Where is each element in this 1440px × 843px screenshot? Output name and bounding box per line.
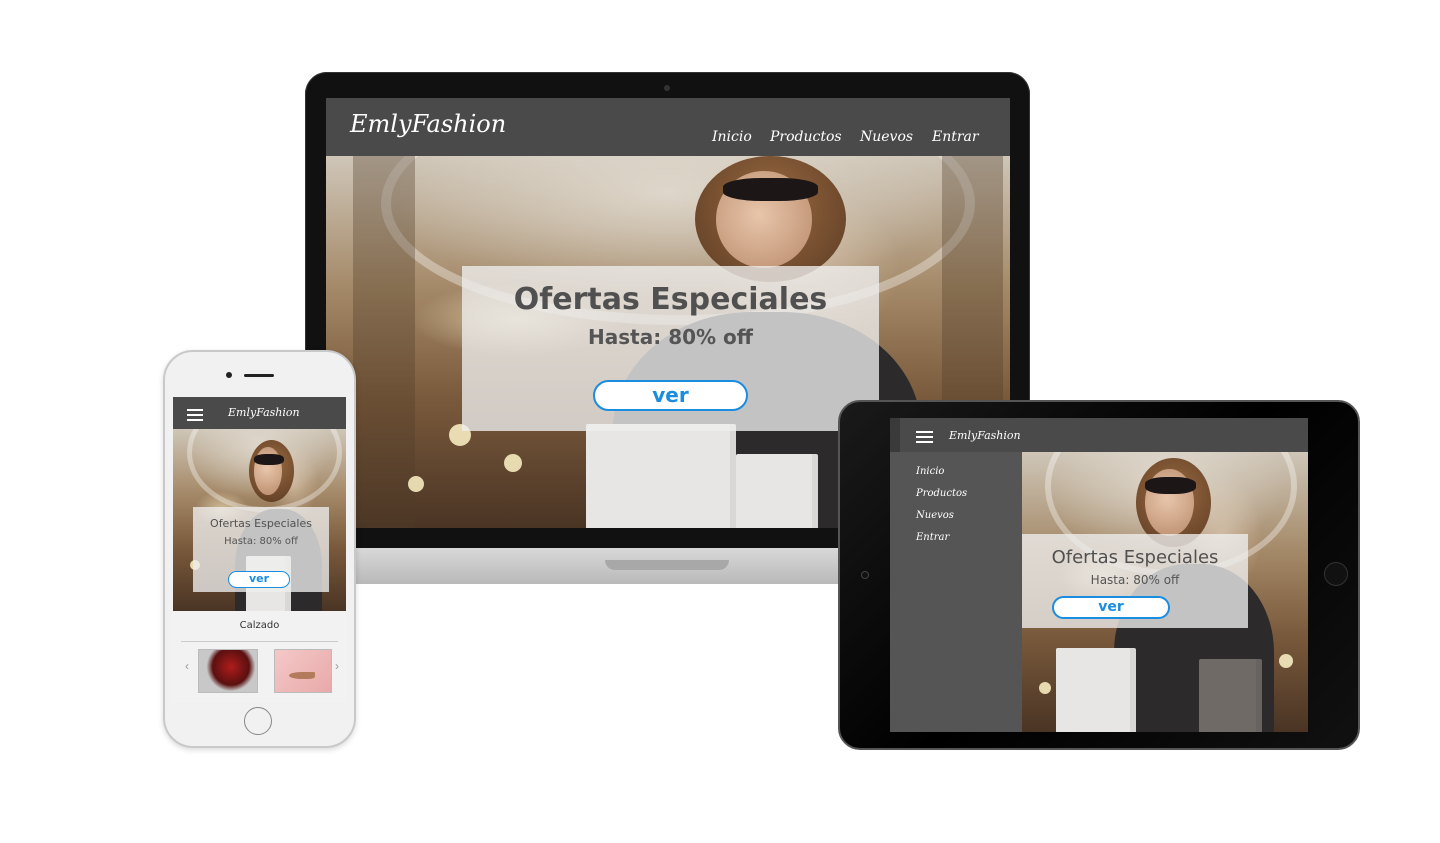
tablet-offer-panel: Ofertas Especiales Hasta: 80% off ver — [1022, 534, 1248, 628]
tablet-offer-subtitle: Hasta: 80% off — [1090, 573, 1180, 587]
phone-home-button[interactable] — [244, 707, 272, 735]
tablet-home-button[interactable] — [1324, 562, 1348, 586]
tablet-ver-button[interactable]: ver — [1052, 596, 1170, 619]
tablet-camera — [862, 572, 868, 578]
offer-panel: Ofertas Especiales Hasta: 80% off ver — [462, 266, 879, 431]
phone-offer-subtitle: Hasta: 80% off — [224, 536, 298, 547]
hamburger-icon[interactable] — [187, 409, 203, 424]
phone-screen: EmlyFashion Ofertas Especiales Hasta: 80… — [173, 397, 346, 702]
ver-button[interactable]: ver — [593, 380, 748, 411]
laptop-camera — [664, 85, 670, 91]
tablet-side-menu: Inicio Productos Nuevos Entrar — [890, 452, 1022, 732]
menu-inicio[interactable]: Inicio — [916, 466, 944, 477]
phone-speaker — [244, 374, 274, 377]
category-title: Calzado — [239, 620, 280, 631]
nav-productos[interactable]: Productos — [770, 129, 842, 145]
offer-title: Ofertas Especiales — [513, 282, 828, 317]
nav-entrar[interactable]: Entrar — [932, 129, 979, 145]
tablet-navbar: EmlyFashion — [890, 418, 1308, 452]
nav-nuevos[interactable]: Nuevos — [860, 129, 913, 145]
chevron-right-icon[interactable]: › — [335, 659, 339, 673]
phone-offer-panel: Ofertas Especiales Hasta: 80% off ver — [193, 507, 329, 592]
hamburger-icon[interactable] — [916, 431, 933, 446]
menu-nuevos[interactable]: Nuevos — [916, 510, 954, 521]
product-thumb-red-shoes[interactable] — [198, 649, 258, 693]
tablet-brand[interactable]: EmlyFashion — [949, 429, 1021, 442]
tablet-screen: EmlyFashion Inicio Productos Nuevos Entr… — [890, 418, 1308, 732]
laptop-navbar: EmlyFashion Inicio Productos Nuevos Entr… — [326, 98, 1010, 156]
laptop-notch — [605, 560, 729, 570]
phone-navbar: EmlyFashion — [173, 397, 346, 429]
phone-category-section: Calzado ‹ › — [173, 611, 346, 702]
category-divider — [181, 641, 338, 642]
menu-entrar[interactable]: Entrar — [916, 532, 949, 543]
phone-offer-title: Ofertas Especiales — [210, 517, 312, 530]
phone-brand[interactable]: EmlyFashion — [228, 406, 300, 419]
nav-inicio[interactable]: Inicio — [712, 129, 752, 145]
phone-ver-button[interactable]: ver — [228, 571, 290, 588]
brand-logo[interactable]: EmlyFashion — [350, 110, 506, 138]
tablet-offer-title: Ofertas Especiales — [1051, 547, 1219, 568]
offer-subtitle: Hasta: 80% off — [588, 325, 753, 349]
menu-productos[interactable]: Productos — [916, 488, 967, 499]
chevron-left-icon[interactable]: ‹ — [185, 659, 189, 673]
product-thumb-pink-heels[interactable] — [274, 649, 332, 693]
phone-camera — [226, 372, 232, 378]
